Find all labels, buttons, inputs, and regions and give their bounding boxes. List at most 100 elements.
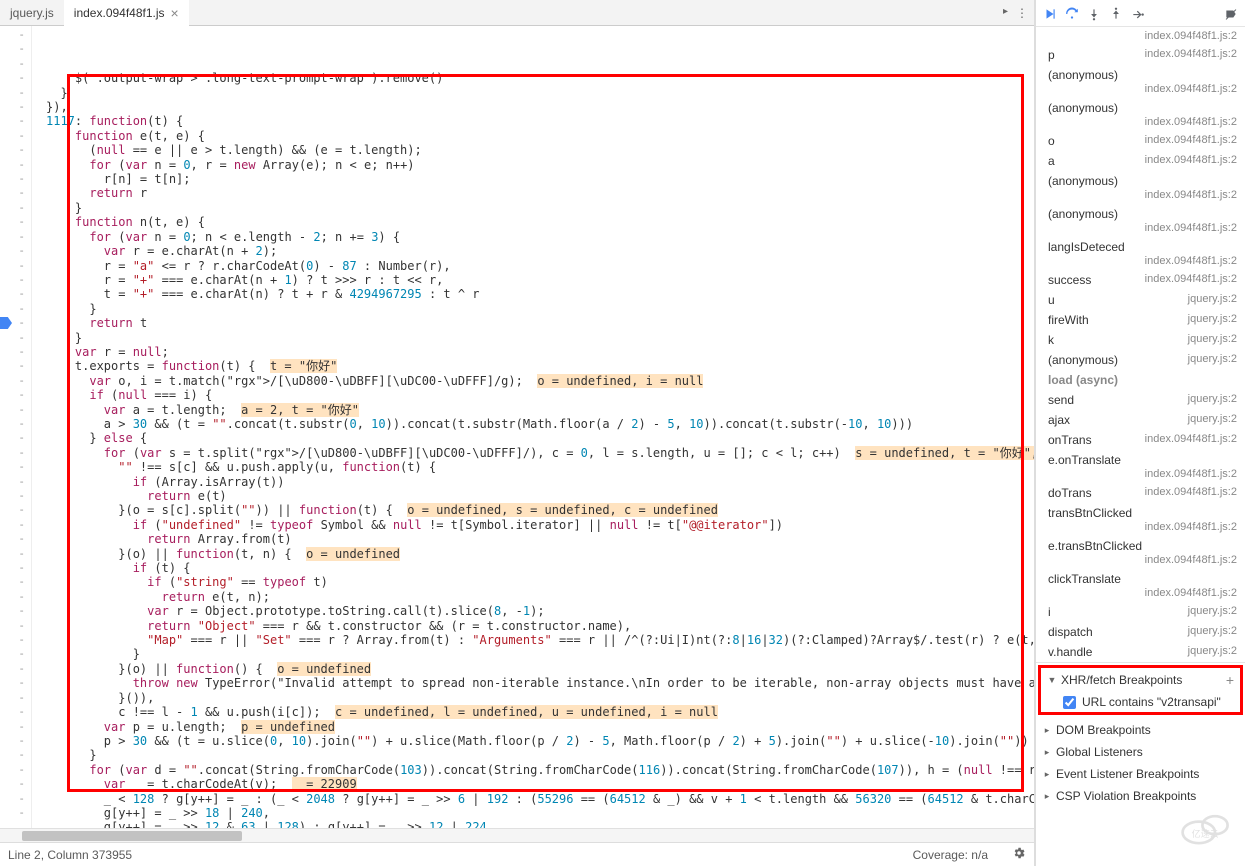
stack-frame[interactable]: v.handlejquery.js:2 [1036, 642, 1245, 662]
stack-location: jquery.js:2 [1188, 625, 1237, 637]
panel-title: Global Listeners [1056, 745, 1143, 759]
stack-fn-name: k [1048, 333, 1054, 347]
stack-frame[interactable]: a index.094f48f1.js:2 [1036, 151, 1245, 171]
stack-fn-name: (anonymous) [1048, 68, 1118, 82]
code-area[interactable]: - - - - - - - - - - - - - - - - - - - - … [0, 26, 1034, 828]
stack-fn-name: clickTranslate [1048, 572, 1121, 586]
stack-frame[interactable]: e.transBtnClickedindex.094f48f1.js:2 [1036, 536, 1245, 569]
stack-frame[interactable]: o index.094f48f1.js:2 [1036, 131, 1245, 151]
watermark-logo: 亿速云 [1179, 807, 1233, 850]
stack-frame[interactable]: onTransindex.094f48f1.js:2 [1036, 430, 1245, 450]
stack-location: index.094f48f1.js:2 [1145, 587, 1237, 599]
stack-frame[interactable]: successindex.094f48f1.js:2 [1036, 270, 1245, 290]
stack-fn-name: transBtnClicked [1048, 506, 1132, 520]
stack-fn-name: a [1048, 154, 1055, 168]
stack-fn-name: send [1048, 393, 1074, 407]
stack-location: jquery.js:2 [1188, 313, 1237, 325]
tabs-menu-icon[interactable]: ⋮ [1016, 6, 1028, 20]
stack-fn-name: onTrans [1048, 433, 1092, 447]
gear-icon[interactable] [1012, 846, 1026, 863]
stack-fn-name: e.onTranslate [1048, 453, 1121, 467]
csp-breakpoints-header[interactable]: ▸ CSP Violation Breakpoints [1036, 785, 1245, 807]
scrollbar-thumb[interactable] [22, 831, 242, 841]
breakpoint-panels: ▼ XHR/fetch Breakpoints + URL contains "… [1036, 662, 1245, 807]
xhr-breakpoint-item[interactable]: URL contains "v2transapi" [1041, 692, 1240, 712]
stack-frame[interactable]: dispatchjquery.js:2 [1036, 622, 1245, 642]
stack-frame[interactable]: doTransindex.094f48f1.js:2 [1036, 483, 1245, 503]
panel-title: DOM Breakpoints [1056, 723, 1151, 737]
stack-frame[interactable]: (anonymous) jquery.js:2 [1036, 350, 1245, 370]
stack-frame[interactable]: transBtnClicked index.094f48f1.js:2 [1036, 503, 1245, 536]
stack-frame[interactable]: index.094f48f1.js:2 [1036, 27, 1245, 45]
stack-location: jquery.js:2 [1188, 353, 1237, 365]
stack-frame[interactable]: ajaxjquery.js:2 [1036, 410, 1245, 430]
global-listeners-header[interactable]: ▸ Global Listeners [1036, 741, 1245, 763]
stack-frame[interactable]: e.onTranslate index.094f48f1.js:2 [1036, 450, 1245, 483]
stack-location: index.094f48f1.js:2 [1145, 83, 1237, 95]
event-listener-breakpoints-header[interactable]: ▸ Event Listener Breakpoints [1036, 763, 1245, 785]
stack-frame[interactable]: ijquery.js:2 [1036, 602, 1245, 622]
debugger-sidebar: index.094f48f1.js:2pindex.094f48f1.js:2(… [1035, 0, 1245, 866]
triangle-right-icon: ▸ [1042, 769, 1052, 780]
stack-fn-name: (anonymous) [1048, 101, 1118, 115]
tab-index[interactable]: index.094f48f1.js × [64, 0, 189, 26]
stack-frame[interactable]: sendjquery.js:2 [1036, 390, 1245, 410]
stack-fn-name: (anonymous) [1048, 353, 1118, 367]
stack-location: index.094f48f1.js:2 [1145, 521, 1237, 533]
stack-fn-name: p [1048, 48, 1055, 62]
stack-frame[interactable]: pindex.094f48f1.js:2 [1036, 45, 1245, 65]
stack-frame[interactable]: ujquery.js:2 [1036, 290, 1245, 310]
stack-fn-name: success [1048, 273, 1091, 287]
stack-fn-name: i [1048, 605, 1051, 619]
triangle-right-icon: ▸ [1042, 725, 1052, 736]
stack-location: jquery.js:2 [1188, 333, 1237, 345]
stack-frame[interactable]: langIsDetecedindex.094f48f1.js:2 [1036, 237, 1245, 270]
gutter[interactable]: - - - - - - - - - - - - - - - - - - - - … [0, 26, 32, 828]
code-content[interactable]: $( .output-wrap > .long-text-prompt-wrap… [32, 26, 1034, 828]
editor-pane: jquery.js index.094f48f1.js × ▸ ⋮ - - - … [0, 0, 1035, 866]
xhr-breakpoints-header[interactable]: ▼ XHR/fetch Breakpoints + [1041, 668, 1240, 692]
panel-title: XHR/fetch Breakpoints [1061, 673, 1182, 687]
stack-frame[interactable]: clickTranslate index.094f48f1.js:2 [1036, 569, 1245, 602]
panel-title: CSP Violation Breakpoints [1056, 789, 1196, 803]
close-icon[interactable]: × [171, 5, 179, 21]
stack-separator: load (async) [1036, 370, 1245, 390]
add-icon[interactable]: + [1226, 672, 1234, 688]
tabs-overflow-icon[interactable]: ▸ [1003, 6, 1008, 20]
stack-location: index.094f48f1.js:2 [1145, 189, 1237, 201]
stack-fn-name: e.transBtnClicked [1048, 539, 1142, 553]
stack-location: index.094f48f1.js:2 [1145, 154, 1237, 166]
step-icon[interactable] [1130, 6, 1146, 22]
stack-location: index.094f48f1.js:2 [1145, 255, 1237, 267]
stack-frame[interactable]: (anonymous) index.094f48f1.js:2 [1036, 171, 1245, 204]
stack-frame[interactable]: (anonymous)index.094f48f1.js:2 [1036, 204, 1245, 237]
cursor-position: Line 2, Column 373955 [8, 848, 132, 862]
step-out-icon[interactable] [1108, 6, 1124, 22]
tab-jquery[interactable]: jquery.js [0, 0, 64, 26]
stack-fn-name: doTrans [1048, 486, 1092, 500]
horizontal-scrollbar[interactable] [0, 828, 1034, 842]
panel-title: Event Listener Breakpoints [1056, 767, 1199, 781]
xhr-checkbox[interactable] [1063, 696, 1076, 709]
stack-frame[interactable]: k jquery.js:2 [1036, 330, 1245, 350]
dom-breakpoints-header[interactable]: ▸ DOM Breakpoints [1036, 719, 1245, 741]
stack-fn-name: o [1048, 134, 1055, 148]
xhr-label: URL contains "v2transapi" [1082, 695, 1221, 709]
stack-fn-name: v.handle [1048, 645, 1092, 659]
stack-frame[interactable]: (anonymous) index.094f48f1.js:2 [1036, 98, 1245, 131]
stack-frame[interactable]: fireWith jquery.js:2 [1036, 310, 1245, 330]
svg-text:亿速云: 亿速云 [1192, 828, 1219, 839]
stack-fn-name: fireWith [1048, 313, 1089, 327]
stack-location: index.094f48f1.js:2 [1145, 468, 1237, 480]
step-over-icon[interactable] [1064, 6, 1080, 22]
stack-fn-name: (anonymous) [1048, 174, 1118, 188]
stack-fn-name: ajax [1048, 413, 1070, 427]
deactivate-breakpoints-icon[interactable] [1223, 6, 1239, 22]
step-into-icon[interactable] [1086, 6, 1102, 22]
stack-frame[interactable]: (anonymous) index.094f48f1.js:2 [1036, 65, 1245, 98]
call-stack: index.094f48f1.js:2pindex.094f48f1.js:2(… [1036, 27, 1245, 662]
stack-location: index.094f48f1.js:2 [1145, 116, 1237, 128]
stack-location: index.094f48f1.js:2 [1145, 134, 1237, 146]
stack-location: index.094f48f1.js:2 [1145, 554, 1237, 566]
resume-icon[interactable] [1042, 6, 1058, 22]
